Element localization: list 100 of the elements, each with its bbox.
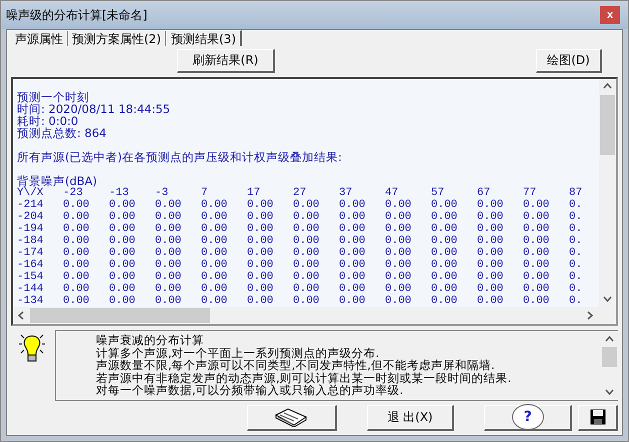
table-cell-text: 0.00 [523,198,550,211]
scroll-down-icon[interactable] [603,294,612,304]
table-cell-text: 0.00 [293,234,320,247]
row-header: -184 [17,234,44,247]
tab[interactable]: 声源属性 [11,31,68,46]
table-cell-text: 0.00 [477,270,504,283]
table-cell-text: 0.00 [523,234,550,247]
table-cell-text: 0.00 [385,210,412,223]
table-cell-text: 0.00 [247,294,274,307]
exit-button[interactable]: 退 出(X) [366,404,454,431]
table-cell-text: 0.00 [247,198,274,211]
row-header: -154 [17,270,44,283]
column-header: -3 [155,186,170,199]
save-button[interactable] [578,404,618,431]
scroll-thumb[interactable] [600,94,615,155]
scroll-left-icon[interactable] [17,311,26,320]
refresh-results-button[interactable]: 刷新结果(R) [177,49,275,74]
table-cell-text: 0.00 [63,210,90,223]
table-cell-text: 0.00 [385,246,412,259]
table-cell-text: 0.00 [109,222,136,235]
table-cell-text: 0.00 [385,282,412,295]
row-header: -164 [17,258,44,271]
column-header: -13 [109,186,130,199]
column-header: 57 [431,186,446,199]
close-button[interactable]: x [600,6,620,24]
table-cell-text: 0.00 [155,222,182,235]
table-cell-text: 0. [569,198,584,211]
scroll-up-icon[interactable] [603,82,612,92]
table-cell-text: 0.00 [247,222,274,235]
table-cell-text: 0.00 [385,270,412,283]
table-cell-text: 0.00 [63,198,90,211]
table-cell-text: 0.00 [477,198,504,211]
table-cell-text: 0.00 [431,222,458,235]
table-cell-text: 0.00 [293,198,320,211]
scroll-thumb[interactable] [30,308,210,324]
table-cell-text: 0.00 [293,294,320,307]
table-cell-text: 0.00 [477,294,504,307]
row-header: -134 [17,294,44,307]
table-cell-text: 0.00 [431,294,458,307]
table-cell-text: 0.00 [385,222,412,235]
row-header: -144 [17,282,44,295]
table-cell-text: 0.00 [339,222,366,235]
horizontal-scrollbar[interactable] [13,307,616,324]
table-cell-text: 0. [569,282,584,295]
table-cell-text: 0.00 [477,282,504,295]
table-cell-text: 0.00 [155,198,182,211]
table-cell-text: 0.00 [201,234,228,247]
tab[interactable]: 预测结果(3) [166,30,242,46]
open-book-icon [274,407,308,428]
table-cell-text: 0.00 [293,282,320,295]
table-cell-text: 0.00 [293,222,320,235]
table-cell-text: 0.00 [63,234,90,247]
description-line: 噪声衰减的分布计算 [96,334,205,347]
scroll-right-icon[interactable] [586,311,595,320]
scroll-down-icon[interactable] [605,388,614,397]
table-cell-text: 0.00 [201,294,228,307]
table-cell-text: 0.00 [431,234,458,247]
table-cell-text: 0.00 [523,258,550,271]
table-cell-text: 0.00 [63,294,90,307]
table-cell-text: 0.00 [63,246,90,259]
table-cell-text: 0.00 [155,282,182,295]
column-header: 7 [201,186,209,199]
table-cell-text: 0.00 [201,270,228,283]
result-text-line: 预测一个时刻 [17,90,90,103]
table-cell-text: 0.00 [385,234,412,247]
table-cell-text: 0.00 [339,234,366,247]
help-button[interactable]: ? [484,404,572,431]
result-text-line: 预测点总数: 864 [17,126,108,139]
table-cell-text: 0.00 [523,246,550,259]
column-header: 17 [247,186,262,199]
table-cell-text: 0.00 [109,270,136,283]
table-cell-text: 0.00 [109,210,136,223]
description-line: 若声源中有非稳定发声的动态声源,则可以计算出某一时刻或某一段时间的结果. [96,372,512,384]
table-cell-text: 0.00 [339,246,366,259]
vertical-scrollbar[interactable] [599,78,616,308]
table-cell-text: 0.00 [339,210,366,223]
table-cell-text: 0.00 [431,270,458,283]
table-cell-text: 0.00 [201,258,228,271]
plot-button[interactable]: 绘图(D) [536,49,602,74]
table-cell-text: 0.00 [247,234,274,247]
book-button[interactable] [247,404,337,431]
table-cell-text: 0.00 [477,222,504,235]
table-cell-text: 0.00 [201,198,228,211]
result-summary: 所有声源(已选中者)在各预测点的声压级和计权声级叠加结果: [17,150,343,163]
table-cell-text: 0.00 [477,210,504,223]
row-header: -194 [17,222,44,235]
table-cell-text: 0.00 [385,294,412,307]
scroll-thumb[interactable] [602,347,617,368]
scroll-up-icon[interactable] [605,334,614,344]
column-header: Y\/X [17,186,44,199]
table-cell-text: 0.00 [339,198,366,211]
table-cell-text: 0.00 [109,246,136,259]
table-cell-text: 0.00 [201,246,228,259]
column-header: -23 [63,186,84,199]
description-line: 对每一个噪声数据,可以分频带输入或只输入总的声功率级. [96,384,404,397]
table-cell-text: 0. [569,210,584,223]
table-cell-text: 0.00 [155,210,182,223]
table-cell-text: 0. [569,234,584,247]
table-cell-text: 0.00 [431,258,458,271]
table-cell-text: 0.00 [293,270,320,283]
